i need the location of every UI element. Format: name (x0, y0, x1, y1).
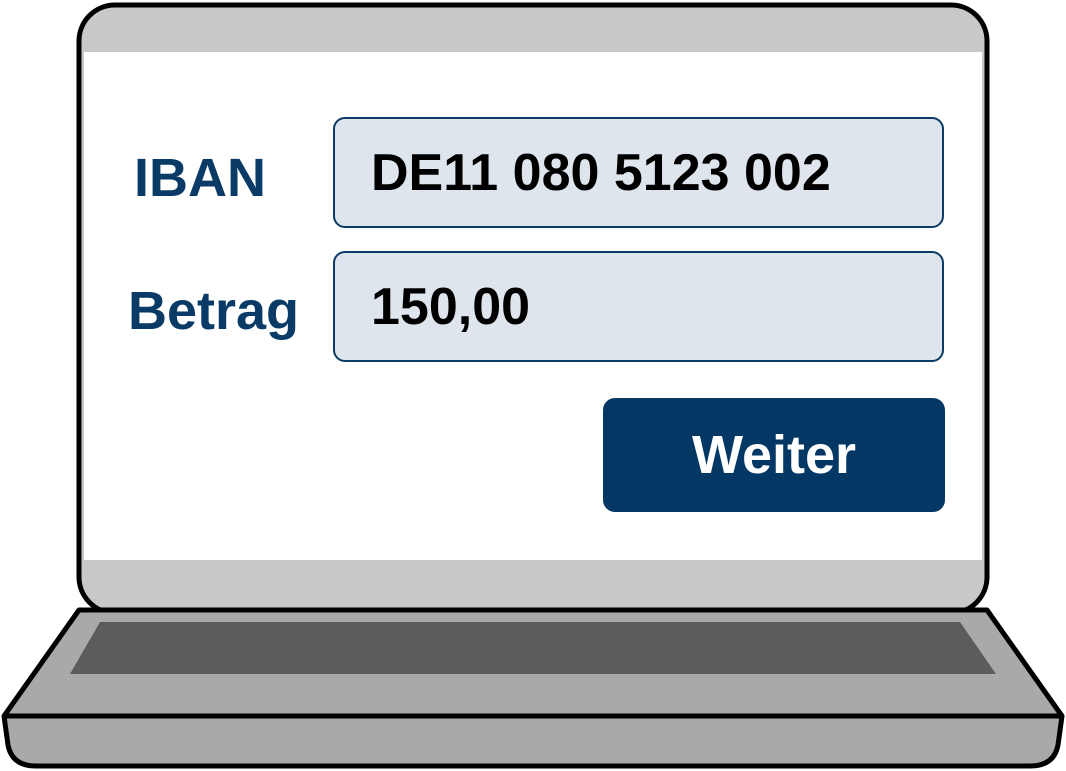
laptop-illustration: IBAN Betrag Weiter (0, 0, 1066, 771)
iban-input[interactable] (333, 117, 944, 228)
amount-label: Betrag (128, 281, 300, 341)
amount-input[interactable] (333, 251, 944, 362)
iban-label: IBAN (134, 148, 266, 208)
laptop-keyboard (70, 622, 996, 674)
screen-display: IBAN Betrag Weiter (84, 52, 982, 560)
continue-button[interactable]: Weiter (603, 398, 945, 512)
